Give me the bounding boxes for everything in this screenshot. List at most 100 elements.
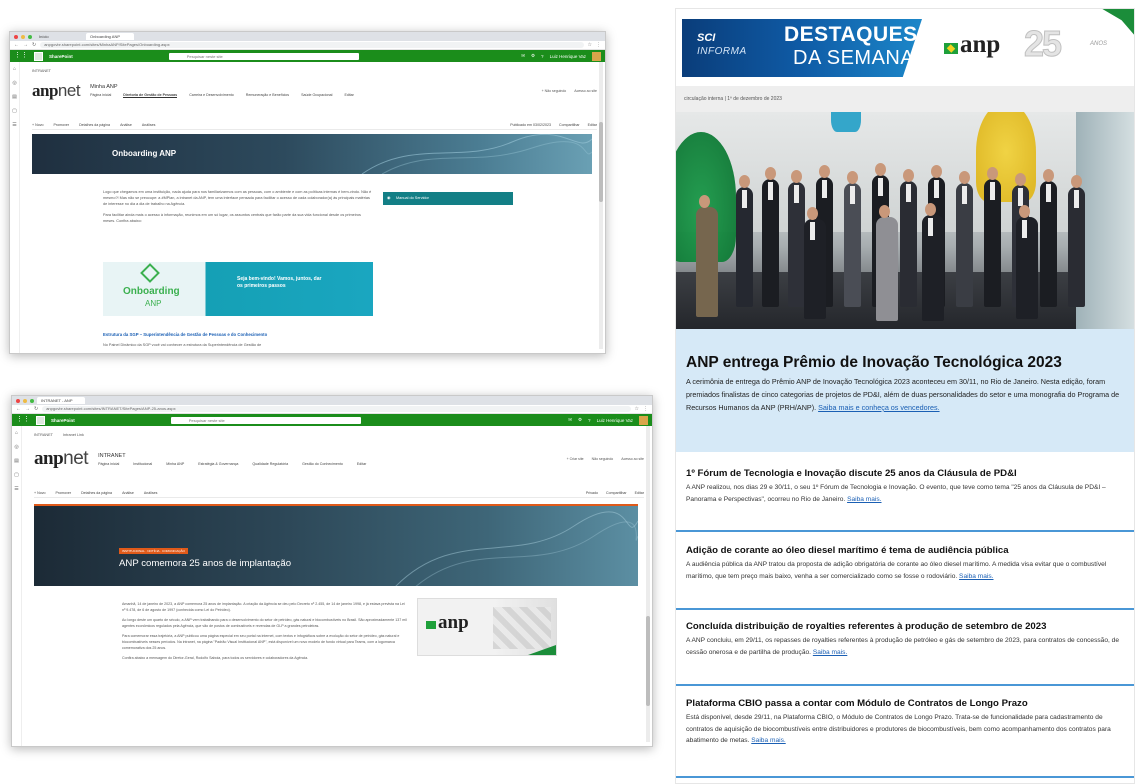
scrollbar[interactable] (646, 426, 650, 742)
site-title[interactable]: Minha ANP (90, 84, 354, 90)
news-icon[interactable]: ▤ (14, 458, 19, 464)
maximize-window-icon[interactable] (30, 398, 34, 403)
lead-title[interactable]: ANP entrega Prêmio de Inovação Tecnológi… (686, 354, 1126, 372)
scrollbar[interactable] (599, 62, 603, 349)
saiba-mais-link[interactable]: Saiba mais. (959, 573, 993, 580)
back-icon[interactable]: ← (16, 406, 21, 412)
page-details-button[interactable]: Detalhes da página (79, 123, 110, 127)
settings-icon[interactable]: ⚙ (578, 417, 582, 423)
minimize-window-icon[interactable] (21, 34, 25, 39)
new-button[interactable]: + Novo (34, 491, 46, 495)
nav-item[interactable]: Página inicial (90, 93, 111, 98)
analytics-button[interactable]: Análises (142, 123, 156, 127)
nav-item[interactable]: Minha ANP (166, 462, 184, 466)
nav-item[interactable]: Saúde Ocupacional (301, 93, 332, 98)
manual-servidor-button[interactable]: ◉ Manual do Servidor (383, 192, 513, 205)
nav-edit[interactable]: Editar (344, 93, 353, 98)
app-launcher-icon[interactable]: ⋮⋮ (16, 415, 30, 425)
page-details-button[interactable]: Detalhes da página (81, 491, 112, 495)
close-window-icon[interactable] (14, 34, 18, 39)
browser-tab-active[interactable]: Onboarding ANP (86, 33, 134, 40)
star-icon[interactable]: ☆ (588, 42, 592, 48)
lists-icon[interactable]: ☰ (12, 122, 16, 128)
edit-button[interactable]: Editar (588, 123, 597, 127)
url-field[interactable]: anpgovbr.sharepoint.com/sites/MinhaANP/S… (40, 42, 584, 48)
promote-button[interactable]: Promover (56, 491, 72, 495)
nav-item-active[interactable]: Diretoria de Gestão de Pessoas (123, 93, 178, 98)
saiba-mais-link[interactable]: Saiba mais. (751, 737, 785, 744)
nav-edit[interactable]: Editar (357, 462, 366, 466)
nav-item[interactable]: Estratégia & Governança (198, 462, 238, 466)
saiba-mais-link[interactable]: Saiba mais. (847, 496, 881, 503)
help-icon[interactable]: ? (588, 418, 591, 423)
nav-item[interactable]: Institucional (133, 462, 152, 466)
avatar[interactable] (639, 415, 648, 425)
files-icon[interactable]: ▢ (12, 108, 17, 114)
news-item-title[interactable]: Concluída distribuição de royalties refe… (686, 621, 1126, 632)
browser-tab-active[interactable]: INTRANET - ANP (37, 397, 85, 404)
scroll-thumb[interactable] (646, 616, 650, 706)
browser-menu-icon[interactable]: ⋮ (596, 42, 601, 48)
breadcrumb-item[interactable]: Intranet Link (63, 433, 84, 437)
site-access-button[interactable]: Acesso ao site (621, 457, 644, 461)
avatar[interactable] (592, 51, 601, 61)
news-item-title[interactable]: Adição de corante ao óleo diesel marítim… (686, 545, 1126, 556)
back-icon[interactable]: ← (14, 42, 19, 48)
nav-item[interactable]: Remuneração e Benefícios (246, 93, 289, 98)
news-icon[interactable]: ▤ (12, 94, 17, 100)
chat-icon[interactable]: ✉ (568, 417, 572, 423)
create-site-button[interactable]: + Criar site (567, 457, 584, 461)
follow-button[interactable]: Não seguindo (592, 457, 614, 461)
help-icon[interactable]: ? (541, 54, 544, 59)
scroll-thumb[interactable] (599, 122, 603, 202)
files-icon[interactable]: ▢ (14, 472, 19, 478)
reload-icon[interactable]: ↻ (32, 42, 36, 48)
nav-item[interactable]: Página inicial (98, 462, 119, 466)
analysis-button[interactable]: Análise (120, 123, 132, 127)
settings-icon[interactable]: ⚙ (531, 53, 535, 59)
lists-icon[interactable]: ☰ (14, 486, 18, 492)
user-name[interactable]: Luiz Henrique Vaz (597, 418, 633, 423)
new-button[interactable]: + Novo (32, 123, 44, 127)
globe-icon[interactable]: ◎ (14, 444, 18, 450)
minimize-window-icon[interactable] (23, 398, 27, 403)
anp-net-logo[interactable]: anpnet (34, 448, 89, 470)
app-launcher-icon[interactable]: ⋮⋮ (14, 51, 28, 61)
promote-button[interactable]: Promover (54, 123, 70, 127)
share-button[interactable]: Compartilhar (559, 123, 580, 127)
edit-button[interactable]: Editar (635, 491, 644, 495)
follow-button[interactable]: + Não seguindo (542, 89, 567, 93)
home-icon[interactable]: ⌂ (13, 66, 16, 72)
breadcrumb[interactable]: INTRANET (32, 69, 51, 73)
browser-menu-icon[interactable]: ⋮ (643, 406, 648, 412)
home-icon[interactable]: ⌂ (15, 430, 18, 436)
nav-item[interactable]: Carreira e Desenvolvimento (189, 93, 234, 98)
site-title[interactable]: INTRANET (98, 453, 366, 459)
browser-tab[interactable]: Início (35, 33, 83, 40)
maximize-window-icon[interactable] (28, 34, 32, 39)
hero-category-tag[interactable]: INSTITUCIONAL · NOTÍCIA · COMUNICAÇÃO (119, 548, 188, 554)
suite-name[interactable]: SharePoint (49, 54, 73, 59)
anp-net-logo[interactable]: anpnet (32, 81, 81, 101)
analytics-button[interactable]: Análises (144, 491, 158, 495)
anp-25-image[interactable]: anp (417, 598, 557, 656)
close-window-icon[interactable] (16, 398, 20, 403)
chat-icon[interactable]: ✉ (521, 53, 525, 59)
share-button[interactable]: Compartilhar (606, 491, 627, 495)
news-item-title[interactable]: 1º Fórum de Tecnologia e Inovação discut… (686, 468, 1126, 479)
news-item-title[interactable]: Plataforma CBIO passa a contar com Módul… (686, 698, 1126, 709)
section-title[interactable]: Estrutura da SGP – Superintendência de G… (103, 332, 373, 337)
onboarding-banner[interactable]: Onboarding ANP Seja bem-vindo! Vamos, ju… (103, 262, 373, 316)
nav-item[interactable]: Gestão do Conhecimento (302, 462, 343, 466)
suite-name[interactable]: SharePoint (51, 418, 75, 423)
breadcrumb-item[interactable]: INTRANET (34, 433, 53, 437)
forward-icon[interactable]: → (23, 42, 28, 48)
saiba-mais-link[interactable]: Saiba mais. (813, 649, 847, 656)
url-field[interactable]: anpgovbr.sharepoint.com/sites/INTRANET/S… (42, 406, 631, 412)
search-input[interactable]: Pesquisar neste site (170, 416, 361, 424)
search-input[interactable]: Pesquisar neste site (168, 52, 359, 60)
star-icon[interactable]: ☆ (635, 406, 639, 412)
nav-item[interactable]: Qualidade Regulatória (252, 462, 288, 466)
lead-link[interactable]: Saiba mais e conheça os vencedores. (818, 403, 939, 412)
forward-icon[interactable]: → (25, 406, 30, 412)
